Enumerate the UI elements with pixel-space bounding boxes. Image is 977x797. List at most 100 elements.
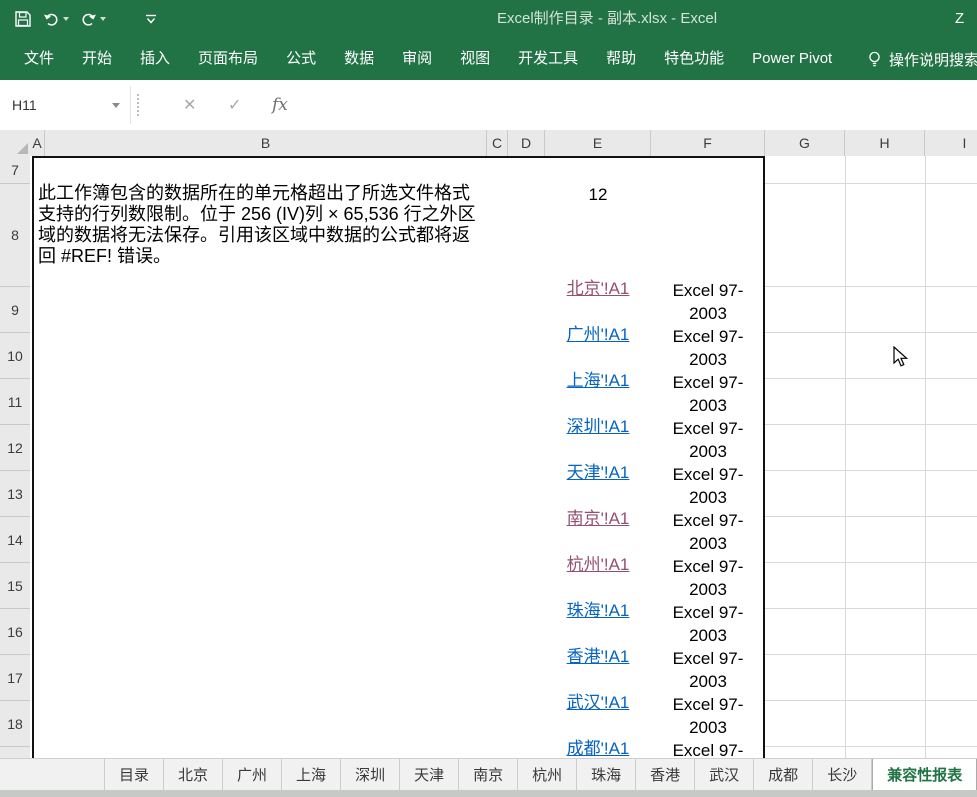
sheet-tab[interactable]: 武汉 (695, 759, 754, 790)
link-cell: 香港'!A1 (545, 647, 651, 667)
ribbon-tab[interactable]: 公式 (272, 38, 330, 80)
formula-input[interactable] (312, 80, 977, 129)
sheet-tab[interactable]: 天津 (400, 759, 459, 790)
window-title: Excel制作目录 - 副本.xlsx - Excel (497, 0, 717, 38)
sheet-link[interactable]: 北京'!A1 (567, 279, 630, 298)
column-header[interactable]: D (508, 130, 545, 156)
tell-me-search[interactable]: 操作说明搜索 (867, 38, 977, 80)
format-text: Excel 97-2003 (660, 325, 756, 371)
link-cell: 杭州'!A1 (545, 555, 651, 575)
title-bar: Excel制作目录 - 副本.xlsx - Excel Z (0, 0, 977, 38)
sheet-tab[interactable]: 北京 (164, 759, 223, 790)
undo-dropdown-icon[interactable] (63, 17, 69, 21)
ribbon-tab[interactable]: Power Pivot (738, 38, 846, 80)
cells-area[interactable]: 此工作簿包含的数据所在的单元格超出了所选文件格式支持的行列数限制。位于 256 … (30, 156, 977, 758)
name-box-dropdown-icon[interactable] (112, 103, 120, 108)
formula-bar-divider[interactable] (137, 94, 139, 116)
undo-button[interactable] (43, 12, 69, 27)
format-cell: Excel 97-2003 (651, 463, 765, 509)
row-header[interactable]: 17 (0, 655, 30, 701)
ribbon-tab[interactable]: 数据 (330, 38, 388, 80)
column-header[interactable]: A (30, 130, 45, 156)
ribbon-tab[interactable]: 插入 (126, 38, 184, 80)
account-badge[interactable]: Z (955, 0, 964, 38)
report-row: 深圳'!A1 Excel 97-2003 (545, 417, 765, 463)
row-header[interactable]: 8 (0, 184, 30, 287)
sheet-tab[interactable]: 成都 (754, 759, 813, 790)
format-text: Excel 97-2003 (660, 371, 756, 417)
report-row: 南京'!A1 Excel 97-2003 (545, 509, 765, 555)
row-header[interactable]: 7 (0, 156, 30, 184)
ribbon-tab[interactable]: 视图 (446, 38, 504, 80)
name-box-value[interactable]: H11 (0, 97, 112, 113)
row-header[interactable]: 10 (0, 333, 30, 379)
column-header[interactable]: E (545, 130, 651, 156)
format-cell: Excel 97-2003 (651, 371, 765, 417)
sheet-link[interactable]: 武汉'!A1 (567, 693, 630, 712)
row-header[interactable]: 13 (0, 471, 30, 517)
sheet-link[interactable]: 南京'!A1 (567, 509, 630, 528)
sheet-tab[interactable]: 广州 (223, 759, 282, 790)
report-row: 成都'!A1 Excel 97-2003 (545, 739, 765, 758)
qat-customize-icon (145, 14, 157, 25)
sheet-tab[interactable]: 南京 (459, 759, 518, 790)
report-row: 杭州'!A1 Excel 97-2003 (545, 555, 765, 601)
sheet-tab[interactable]: 香港 (636, 759, 695, 790)
sheet-link[interactable]: 上海'!A1 (567, 371, 630, 390)
horizontal-scrollbar[interactable] (0, 790, 977, 797)
column-header[interactable]: B (45, 130, 487, 156)
row-header[interactable]: 14 (0, 517, 30, 563)
qat-customize-button[interactable] (145, 14, 157, 25)
insert-function-icon[interactable]: fx (272, 80, 288, 130)
ribbon-tab[interactable]: 特色功能 (650, 38, 738, 80)
row-header[interactable]: 15 (0, 563, 30, 609)
format-text: Excel 97-2003 (660, 279, 756, 325)
name-box[interactable]: H11 (0, 86, 131, 124)
sheet-tab-bar: 目录 北京 广州 上海 深圳 天津 南京 杭州 珠海 香港 武汉 成都 长沙 兼… (0, 758, 977, 790)
report-row: 广州'!A1 Excel 97-2003 (545, 325, 765, 371)
sheet-link[interactable]: 深圳'!A1 (567, 417, 630, 436)
select-all-corner[interactable] (0, 130, 31, 157)
column-header[interactable]: C (487, 130, 508, 156)
row-header[interactable]: 9 (0, 287, 30, 333)
format-text: Excel 97-2003 (660, 601, 756, 647)
sheet-link[interactable]: 天津'!A1 (567, 463, 630, 482)
sheet-link[interactable]: 珠海'!A1 (567, 601, 630, 620)
sheet-tab[interactable]: 兼容性报表 (872, 759, 977, 790)
format-cell: Excel 97-2003 (651, 555, 765, 601)
report-row: 上海'!A1 Excel 97-2003 (545, 371, 765, 417)
sheet-link[interactable]: 广州'!A1 (567, 325, 630, 344)
link-cell: 天津'!A1 (545, 463, 651, 483)
column-header[interactable]: F (651, 130, 765, 156)
row-header[interactable]: 18 (0, 701, 30, 747)
sheet-link[interactable]: 香港'!A1 (567, 647, 630, 666)
column-header[interactable]: I (925, 130, 977, 156)
save-button[interactable] (14, 10, 32, 28)
format-text: Excel 97-2003 (660, 693, 756, 739)
ribbon-tab[interactable]: 文件 (10, 38, 68, 80)
sheet-tab[interactable]: 上海 (282, 759, 341, 790)
row-header[interactable]: 11 (0, 379, 30, 425)
enter-icon[interactable]: ✓ (228, 80, 241, 130)
row-header[interactable]: 16 (0, 609, 30, 655)
ribbon-tab[interactable]: 审阅 (388, 38, 446, 80)
cancel-icon[interactable]: ✕ (183, 80, 196, 130)
redo-dropdown-icon[interactable] (100, 17, 106, 21)
sheet-link[interactable]: 杭州'!A1 (567, 555, 630, 574)
sheet-tab[interactable]: 长沙 (813, 759, 872, 790)
ribbon-tab[interactable]: 开始 (68, 38, 126, 80)
link-cell: 武汉'!A1 (545, 693, 651, 713)
row-header[interactable]: 12 (0, 425, 30, 471)
ribbon-tab[interactable]: 页面布局 (184, 38, 272, 80)
sheet-tab[interactable]: 珠海 (577, 759, 636, 790)
sheet-tab[interactable]: 目录 (104, 759, 164, 790)
column-header[interactable]: H (845, 130, 925, 156)
format-text: Excel 97-2003 (660, 417, 756, 463)
column-header[interactable]: G (765, 130, 845, 156)
sheet-tab[interactable]: 杭州 (518, 759, 577, 790)
redo-button[interactable] (80, 12, 106, 27)
ribbon-tab[interactable]: 帮助 (592, 38, 650, 80)
sheet-tab[interactable]: 深圳 (341, 759, 400, 790)
sheet-link[interactable]: 成都'!A1 (567, 739, 630, 758)
ribbon-tab[interactable]: 开发工具 (504, 38, 592, 80)
